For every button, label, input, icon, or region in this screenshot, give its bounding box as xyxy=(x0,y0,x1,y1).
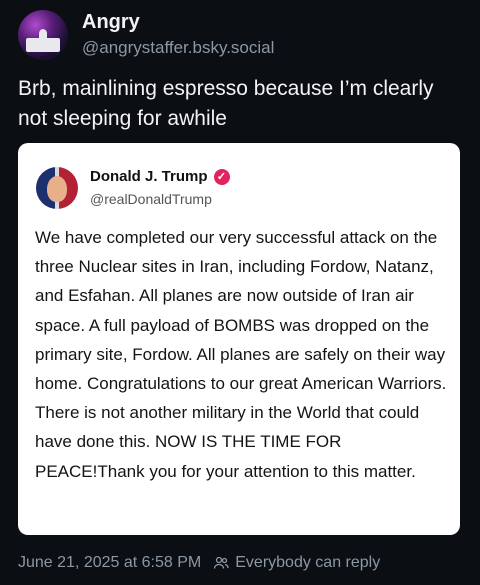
portrait-icon xyxy=(47,176,67,202)
embed-names: Donald J. Trump ✓ @realDonaldTrump xyxy=(90,167,230,209)
reply-setting[interactable]: Everybody can reply xyxy=(235,554,380,572)
embed-avatar xyxy=(36,167,78,209)
handle[interactable]: @angrystaffer.bsky.social xyxy=(82,36,274,60)
avatar[interactable] xyxy=(18,10,68,60)
embed-handle: @realDonaldTrump xyxy=(90,191,212,207)
verified-badge-icon: ✓ xyxy=(213,169,230,185)
embed-display-name: Donald J. Trump xyxy=(90,168,208,185)
white-house-icon xyxy=(26,29,60,52)
author-names: Angry @angrystaffer.bsky.social xyxy=(82,10,274,60)
embed-name-row: Donald J. Trump ✓ xyxy=(90,167,230,187)
people-icon xyxy=(213,555,229,571)
embedded-screenshot[interactable]: Donald J. Trump ✓ @realDonaldTrump We ha… xyxy=(18,143,460,535)
timestamp[interactable]: June 21, 2025 at 6:58 PM xyxy=(18,554,201,572)
post-text: Brb, mainlining espresso because I’m cle… xyxy=(18,77,434,130)
display-name[interactable]: Angry xyxy=(82,10,274,34)
post-footer: June 21, 2025 at 6:58 PM Everybody can r… xyxy=(18,554,380,572)
embed-header: Donald J. Trump ✓ @realDonaldTrump xyxy=(36,167,230,209)
embed-body: We have completed our very successful at… xyxy=(35,228,447,481)
post-header: Angry @angrystaffer.bsky.social xyxy=(18,10,274,60)
